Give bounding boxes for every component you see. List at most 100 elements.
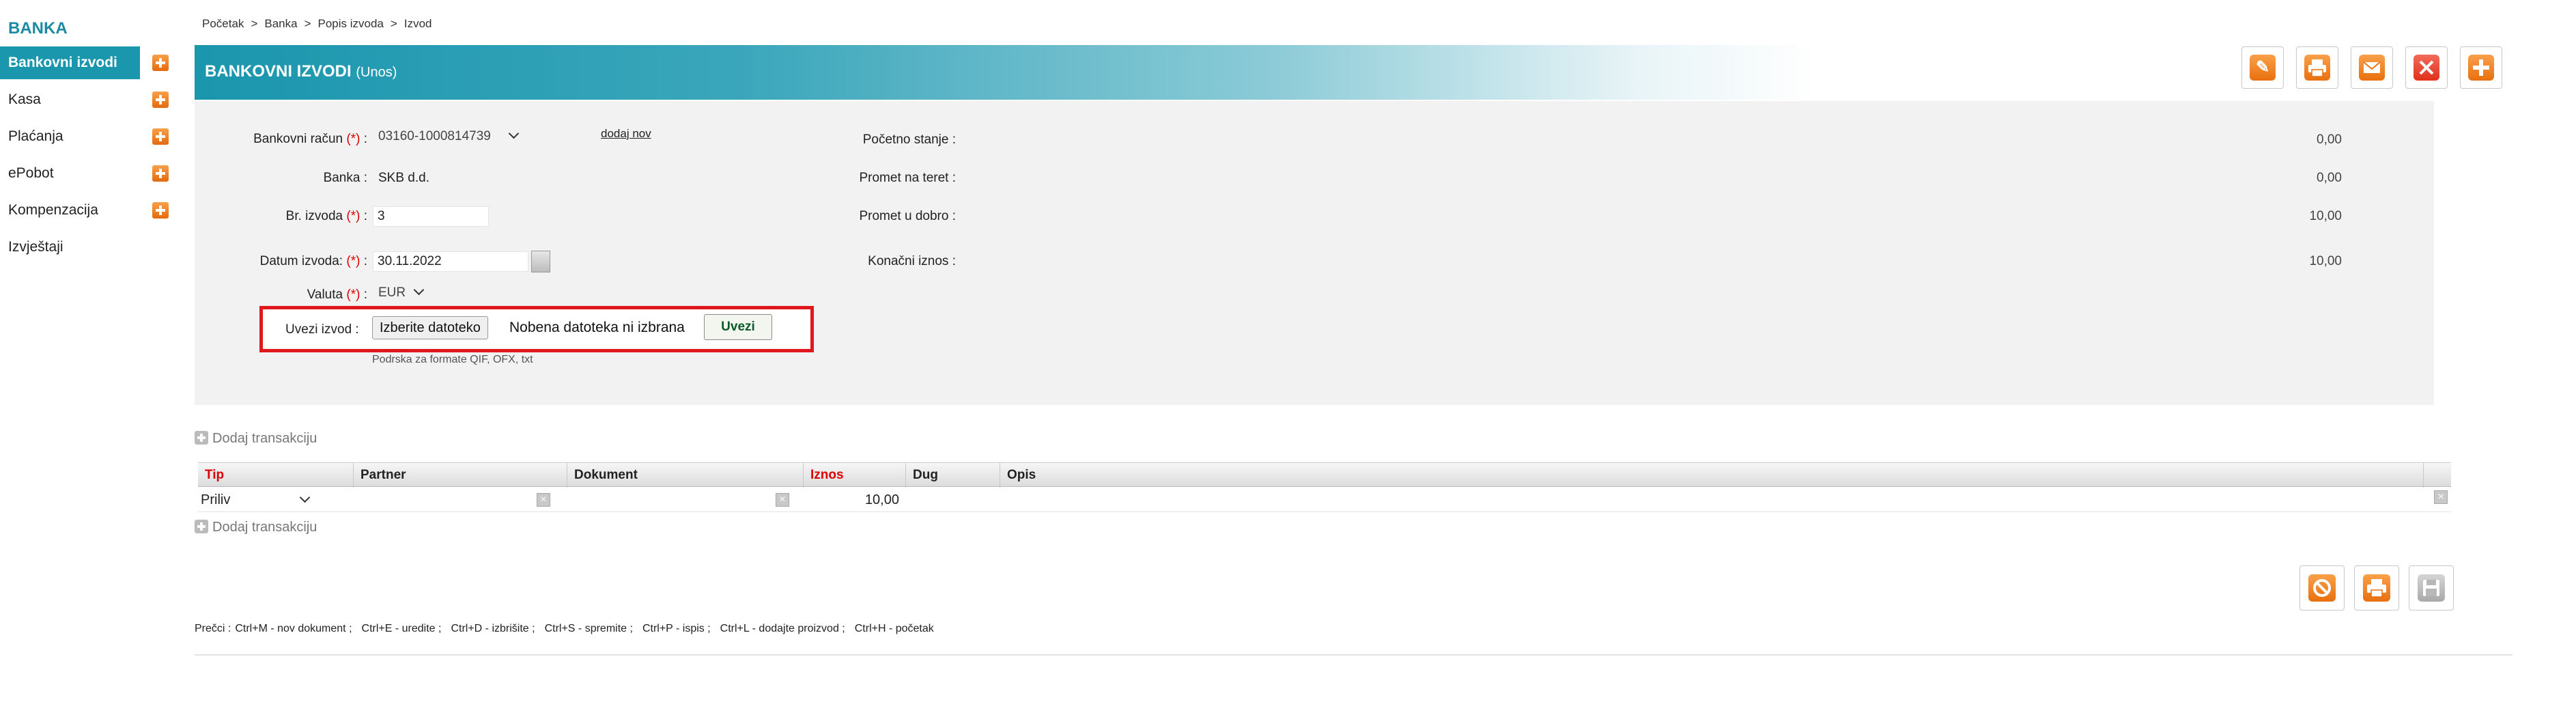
sidebar-item-izvjestaji[interactable]: Izvještaji bbox=[0, 231, 140, 264]
currency-select[interactable]: EUR bbox=[378, 284, 425, 300]
shortcuts-prefix: Prečci : bbox=[195, 623, 231, 634]
shortcut-item: Ctrl+P - ispis ; bbox=[642, 623, 711, 634]
add-transaction-label: Dodaj transakciju bbox=[212, 520, 317, 535]
breadcrumb-separator: > bbox=[251, 17, 258, 30]
breadcrumb-separator: > bbox=[304, 17, 311, 30]
sidebar-item-label: Plaćanja bbox=[8, 128, 63, 144]
bank-account-select[interactable]: 03160-1000814739 bbox=[378, 128, 520, 144]
col-dokument: Dokument bbox=[567, 463, 804, 488]
print-button[interactable] bbox=[2296, 46, 2338, 89]
transactions-header: Tip Partner Dokument Iznos Dug Opis bbox=[198, 462, 2451, 488]
add-new-account-link[interactable]: dodaj nov bbox=[601, 127, 651, 141]
statement-number-label-text: Br. izvoda bbox=[285, 209, 343, 223]
calendar-icon[interactable] bbox=[531, 251, 550, 272]
sidebar-item-kasa[interactable]: Kasa bbox=[0, 83, 140, 116]
shortcut-item: Ctrl+D - izbrišite ; bbox=[451, 623, 535, 634]
add-button[interactable] bbox=[2460, 46, 2502, 89]
keyboard-shortcuts: Prečci : Ctrl+M - nov dokument ; Ctrl+E - … bbox=[195, 623, 944, 635]
sidebar-item-label: Izvještaji bbox=[8, 239, 63, 255]
required-mark: (*) bbox=[346, 254, 360, 268]
edit-button[interactable]: ✎ bbox=[2241, 46, 2284, 89]
breadcrumb-izvod: Izvod bbox=[404, 17, 432, 30]
cancel-button[interactable] bbox=[2299, 565, 2345, 610]
sidebar-item-bankovni-izvodi[interactable]: Bankovni izvodi bbox=[0, 46, 140, 79]
add-transaction-label: Dodaj transakciju bbox=[212, 431, 317, 446]
statement-number-input[interactable]: 3 bbox=[373, 206, 489, 227]
opening-balance-label: Početno stanje : bbox=[862, 132, 956, 147]
page-title: BANKOVNI IZVODI (Unos) bbox=[205, 62, 397, 81]
statement-date-label: Datum izvoda: (*) : bbox=[259, 254, 367, 268]
bank-account-label: Bankovni račun (*) : bbox=[253, 132, 367, 146]
supported-formats-text: Podrska za formate QIF, OFX, txt bbox=[372, 354, 533, 365]
sidebar-item-kompenzacija[interactable]: Kompenzacija bbox=[0, 194, 140, 227]
debit-turnover-value: 0,00 bbox=[2317, 171, 2342, 185]
sidebar-item-placanja[interactable]: Plaćanja bbox=[0, 120, 140, 153]
add-transaction-top[interactable]: Dodaj transakciju bbox=[195, 429, 317, 447]
sidebar-title: BANKA bbox=[8, 19, 68, 38]
save-icon bbox=[2418, 574, 2445, 602]
required-mark: (*) bbox=[346, 209, 360, 223]
partner-input[interactable] bbox=[354, 488, 567, 512]
breadcrumb-pocetak[interactable]: Početak bbox=[202, 17, 244, 30]
breadcrumb-separator: > bbox=[390, 17, 397, 30]
import-label: Uvezi izvod : bbox=[285, 322, 359, 337]
statement-number-label: Br. izvoda (*) : bbox=[285, 209, 367, 223]
page-title-text: BANKOVNI IZVODI bbox=[205, 62, 352, 81]
divider bbox=[195, 654, 2513, 656]
shortcut-item: Ctrl+M - nov dokument ; bbox=[235, 623, 352, 634]
currency-value: EUR bbox=[378, 285, 406, 300]
add-icon bbox=[195, 431, 208, 445]
currency-label-text: Valuta bbox=[307, 287, 343, 302]
delete-button[interactable] bbox=[2405, 46, 2448, 89]
final-amount-value: 10,00 bbox=[2309, 254, 2342, 268]
add-kasa-icon[interactable] bbox=[152, 92, 169, 108]
table-row: Priliv × × 10,00 × bbox=[198, 488, 2451, 512]
col-partner: Partner bbox=[354, 463, 567, 488]
delete-icon bbox=[2414, 55, 2439, 81]
choose-file-button[interactable]: Izberite datoteko bbox=[372, 316, 488, 339]
description-input[interactable] bbox=[1000, 488, 2424, 512]
remove-row-icon[interactable]: × bbox=[2434, 490, 2448, 504]
add-icon bbox=[195, 520, 208, 533]
shortcut-item: Ctrl+E - uredite ; bbox=[361, 623, 442, 634]
statement-date-label-text: Datum izvoda: bbox=[259, 254, 343, 268]
add-transaction-bottom[interactable]: Dodaj transakciju bbox=[195, 518, 317, 535]
add-placanje-icon[interactable] bbox=[152, 128, 169, 145]
mail-button[interactable] bbox=[2351, 46, 2393, 89]
bank-label: Banka : bbox=[323, 171, 367, 185]
col-tip: Tip bbox=[198, 463, 354, 488]
print-icon bbox=[2363, 574, 2390, 602]
add-kompenzacija-icon[interactable] bbox=[152, 202, 169, 219]
amount-input[interactable]: 10,00 bbox=[804, 488, 899, 512]
shortcut-item: Ctrl+L - dodajte proizvod ; bbox=[720, 623, 845, 634]
breadcrumb: Početak > Banka > Popis izvoda > Izvod bbox=[202, 17, 431, 31]
print-bottom-button[interactable] bbox=[2354, 565, 2399, 610]
mail-icon bbox=[2359, 55, 2385, 81]
add-icon bbox=[2468, 55, 2494, 81]
bank-value: SKB d.d. bbox=[378, 171, 429, 185]
sidebar: BANKA Bankovni izvodi Kasa Plaćanja ePob… bbox=[0, 0, 184, 702]
document-input[interactable] bbox=[567, 488, 804, 512]
required-mark: (*) bbox=[346, 132, 360, 146]
debit-turnover-label: Promet na teret : bbox=[859, 171, 956, 185]
statement-date-input[interactable]: 30.11.2022 bbox=[373, 251, 528, 272]
col-opis: Opis bbox=[1000, 463, 2424, 488]
breadcrumb-banka[interactable]: Banka bbox=[264, 17, 297, 30]
sidebar-item-epobot[interactable]: ePobot bbox=[0, 157, 140, 190]
save-button[interactable] bbox=[2409, 565, 2454, 610]
import-button[interactable]: Uvezi bbox=[704, 314, 772, 340]
cancel-icon bbox=[2308, 574, 2336, 602]
breadcrumb-popis-izvoda[interactable]: Popis izvoda bbox=[318, 17, 384, 30]
col-dug: Dug bbox=[906, 463, 1000, 488]
tip-select[interactable]: Priliv bbox=[201, 488, 337, 512]
sidebar-item-label: ePobot bbox=[8, 165, 54, 181]
no-file-text: Nobena datoteka ni izbrana bbox=[509, 320, 685, 335]
col-iznos: Iznos bbox=[804, 463, 906, 488]
clear-document-icon[interactable]: × bbox=[776, 493, 789, 507]
add-epobot-icon[interactable] bbox=[152, 165, 169, 182]
currency-label: Valuta (*) : bbox=[307, 287, 367, 302]
clear-partner-icon[interactable]: × bbox=[537, 493, 550, 507]
add-bankovni-izvod-icon[interactable] bbox=[152, 55, 169, 71]
debt-input[interactable] bbox=[906, 488, 1000, 512]
sidebar-item-label: Bankovni izvodi bbox=[8, 55, 117, 70]
